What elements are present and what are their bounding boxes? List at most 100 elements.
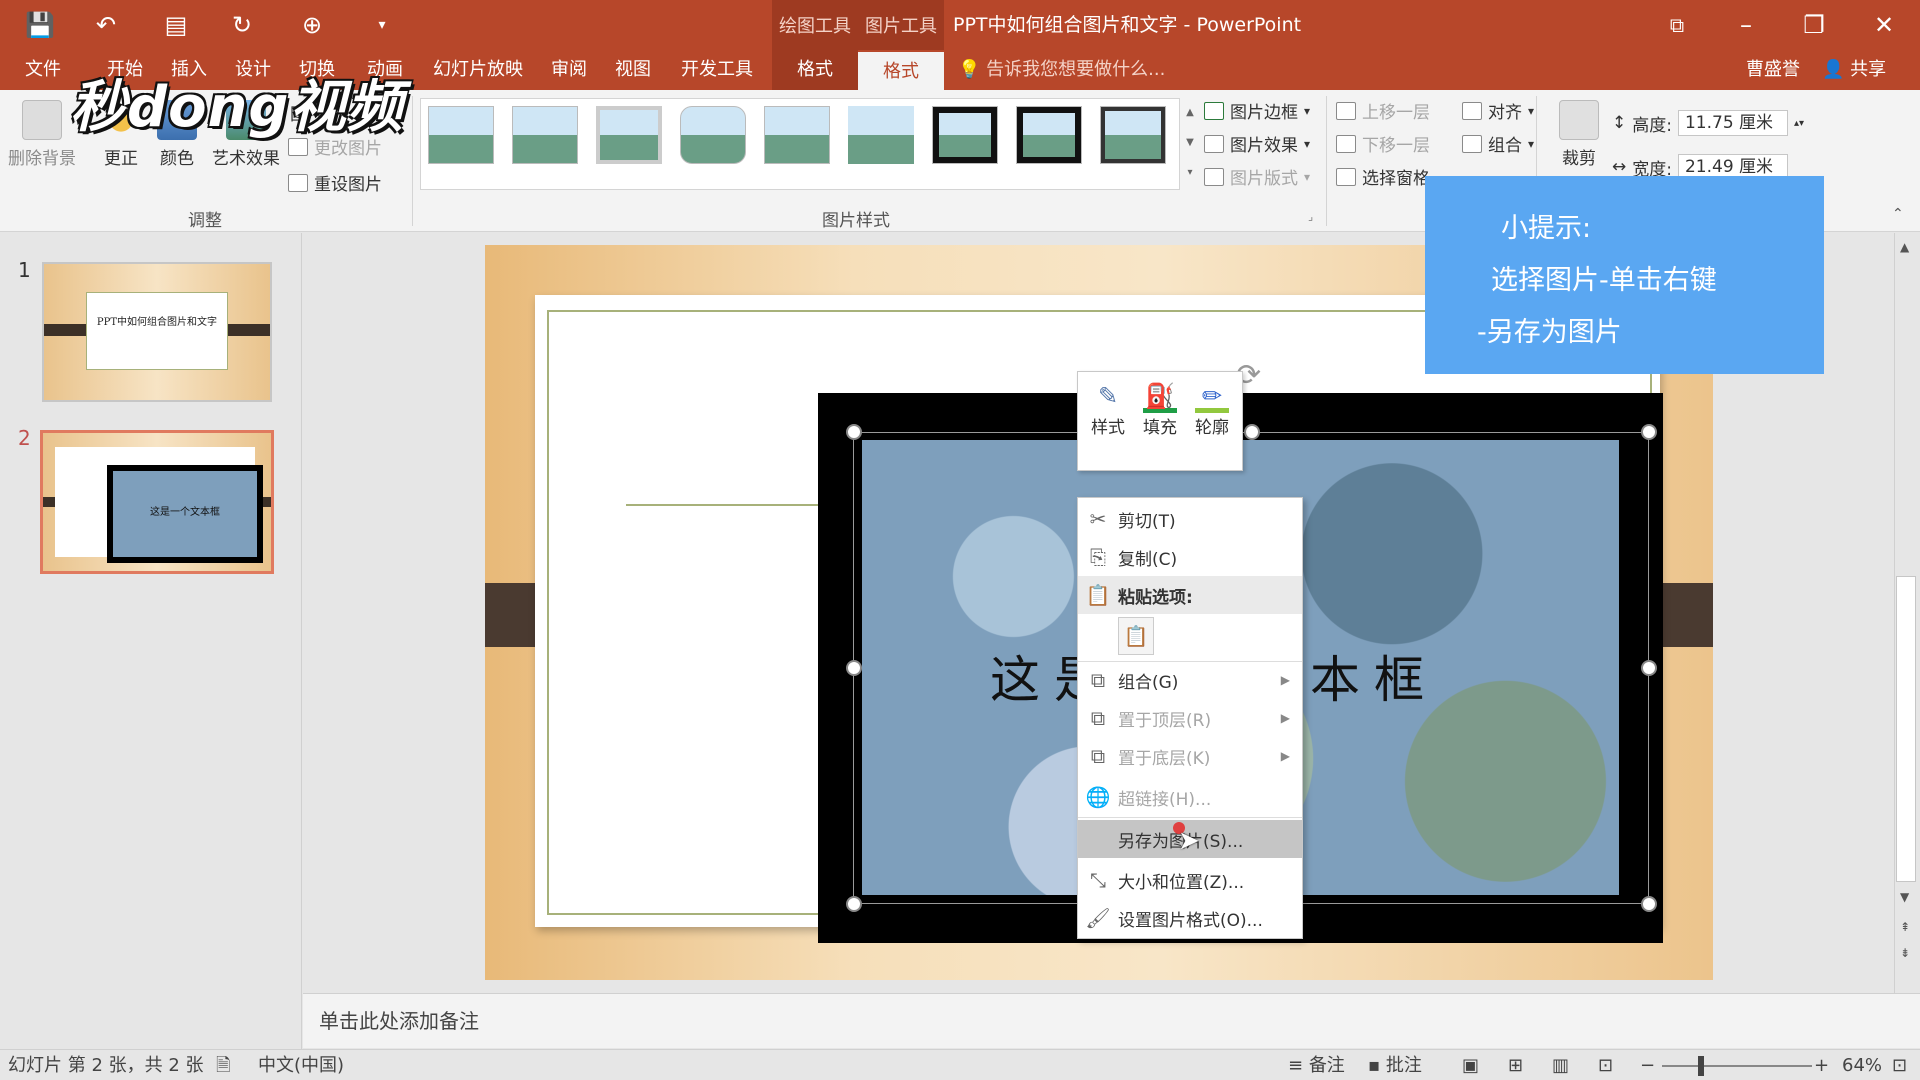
send-backward-button[interactable]: 下移一层 [1336, 131, 1430, 156]
zoom-out-icon[interactable]: − [1640, 1050, 1655, 1080]
height-input[interactable]: 11.75 厘米 [1677, 110, 1788, 136]
picture-style-1[interactable] [428, 106, 494, 164]
undo-icon[interactable]: ↶ [78, 0, 134, 50]
title-underline [626, 504, 826, 506]
picture-layout-button[interactable]: 图片版式 ▾ [1204, 164, 1310, 189]
maximize-button[interactable]: ❐ [1780, 0, 1848, 50]
resize-handle-bottom-right[interactable] [1641, 896, 1657, 912]
slide-sorter-icon[interactable]: ⊞ [1508, 1050, 1523, 1080]
save-icon[interactable]: 💾 [12, 0, 68, 50]
picture-border-button[interactable]: 图片边框 ▾ [1204, 98, 1310, 123]
picture-effects-button[interactable]: 图片效果 ▾ [1204, 131, 1310, 156]
menu-separator [1078, 817, 1302, 818]
crop-button[interactable]: 裁剪 [1550, 100, 1608, 169]
height-icon: ↕ [1612, 113, 1627, 133]
fit-to-window-icon[interactable]: ⊡ [1892, 1050, 1907, 1080]
dialog-launcher-icon[interactable]: ⌟ [1308, 210, 1313, 223]
align-button[interactable]: 对齐 ▾ [1462, 98, 1534, 123]
zoom-in-icon[interactable]: + [1814, 1050, 1829, 1080]
picture-style-7[interactable] [932, 106, 998, 164]
height-spinner-icon[interactable]: ▴▾ [1794, 118, 1804, 129]
menu-copy-label: 复制(C) [1118, 549, 1178, 570]
reset-picture-button[interactable]: 重设图片 [288, 170, 382, 195]
picture-style-9[interactable] [1100, 106, 1166, 164]
resize-handle-right[interactable] [1641, 660, 1657, 676]
menu-item-size-position[interactable]: ⤡ 大小和位置(Z)... [1078, 861, 1302, 899]
customize-qat-icon[interactable]: ▾ [354, 0, 410, 50]
tab-review[interactable]: 审阅 [544, 50, 594, 90]
resize-handle-bottom-left[interactable] [846, 896, 862, 912]
resize-handle-left[interactable] [846, 660, 862, 676]
comments-button[interactable]: ▪ 批注 [1368, 1050, 1422, 1080]
resize-handle-top-right[interactable] [1641, 424, 1657, 440]
mini-outline-button[interactable]: ✏ 轮廓 [1187, 379, 1237, 438]
picture-style-3[interactable] [596, 106, 662, 164]
scroll-down-icon[interactable]: ▼ [1900, 890, 1909, 904]
picture-styles-group-label: 图片样式 [822, 211, 890, 231]
picture-style-8[interactable] [1016, 106, 1082, 164]
picture-style-6[interactable] [848, 106, 914, 164]
mini-style-button[interactable]: ✎ 样式 [1083, 379, 1133, 438]
selection-pane-button[interactable]: 选择窗格 [1336, 164, 1430, 189]
minimize-button[interactable]: – [1712, 0, 1780, 50]
collapse-ribbon-icon[interactable]: ⌃ [1892, 206, 1904, 222]
notes-button[interactable]: ≡ 备注 [1288, 1050, 1345, 1080]
share-button[interactable]: 👤 共享 [1822, 50, 1886, 90]
menu-item-bring-to-front[interactable]: ⧉ 置于顶层(R) ▶ [1078, 699, 1302, 737]
ribbon-separator [1326, 96, 1327, 226]
menu-item-cut[interactable]: ✂ 剪切(T) [1078, 500, 1302, 538]
scroll-up-icon[interactable]: ▲ [1900, 240, 1909, 254]
tab-file[interactable]: 文件 [18, 50, 68, 90]
remove-background-icon [22, 100, 62, 140]
notes-pane[interactable]: 单击此处添加备注 [303, 993, 1920, 1048]
present-icon[interactable]: ⊕ [284, 0, 340, 50]
tip-line-3: -另存为图片 [1477, 317, 1622, 348]
paste-icon[interactable]: 📋 [1118, 617, 1154, 655]
group-icon [1462, 134, 1482, 153]
menu-item-hyperlink[interactable]: 🌐 超链接(H)... [1078, 778, 1302, 816]
zoom-slider-thumb[interactable] [1698, 1056, 1704, 1076]
menu-item-send-to-back[interactable]: ⧉ 置于底层(K) ▶ [1078, 737, 1302, 775]
gallery-scroll-icon[interactable]: ▲ ▼ ▾ [1182, 98, 1198, 190]
height-label: 高度: [1632, 115, 1672, 136]
menu-item-group[interactable]: ⧉ 组合(G) ▶ [1078, 661, 1302, 699]
user-name[interactable]: 曹盛誉 [1746, 50, 1800, 90]
group-button[interactable]: 组合 ▾ [1462, 131, 1534, 156]
tell-me-search[interactable]: 💡 告诉我您想要做什么... [958, 50, 1165, 90]
notes-icon: ≡ [1288, 1055, 1309, 1076]
picture-style-4[interactable] [680, 106, 746, 164]
clipboard-icon: 📋 [1085, 583, 1111, 607]
tab-picture-format[interactable]: 格式 [858, 52, 944, 90]
zoom-level[interactable]: 64% [1842, 1050, 1882, 1080]
zoom-slider-track[interactable] [1662, 1065, 1812, 1067]
slideshow-view-icon[interactable]: ⊡ [1598, 1050, 1613, 1080]
bring-forward-button[interactable]: 上移一层 [1336, 98, 1430, 123]
remove-background-button[interactable]: 删除背景 [6, 100, 78, 169]
tab-view[interactable]: 视图 [608, 50, 658, 90]
slide-thumbnail-2[interactable]: 这是一个文本框 [40, 430, 274, 574]
close-button[interactable]: ✕ [1850, 0, 1918, 50]
previous-slide-icon[interactable]: ⇞ [1900, 920, 1910, 934]
menu-item-format-picture[interactable]: 🖌 设置图片格式(O)... [1078, 899, 1302, 937]
slide-thumbnail-1[interactable]: PPT中如何组合图片和文字 [42, 262, 272, 402]
tab-slideshow[interactable]: 幻灯片放映 [428, 50, 528, 90]
tab-drawing-format[interactable]: 格式 [772, 50, 858, 90]
mini-fill-button[interactable]: ⛽ 填充 [1135, 379, 1185, 438]
spellcheck-icon[interactable]: 🗎 [216, 1050, 230, 1080]
picture-style-5[interactable] [764, 106, 830, 164]
resize-handle-top-left[interactable] [846, 424, 862, 440]
menu-item-copy[interactable]: ⎘ 复制(C) [1078, 538, 1302, 576]
fill-bucket-icon: ⛽ [1143, 379, 1177, 413]
normal-view-icon[interactable]: ▣ [1462, 1050, 1479, 1080]
next-slide-icon[interactable]: ⇟ [1900, 946, 1910, 960]
resize-handle-top[interactable] [1244, 424, 1260, 440]
scrollbar-thumb[interactable] [1896, 576, 1916, 882]
picture-style-2[interactable] [512, 106, 578, 164]
tab-developer[interactable]: 开发工具 [672, 50, 762, 90]
reading-view-icon[interactable]: ▥ [1552, 1050, 1569, 1080]
ribbon-display-options-icon[interactable]: ⧉ [1643, 0, 1711, 50]
redo-icon[interactable]: ↻ [214, 0, 270, 50]
language-indicator[interactable]: 中文(中国) [258, 1050, 344, 1080]
slideshow-from-start-icon[interactable]: ▤ [148, 0, 204, 50]
send-backward-label: 下移一层 [1362, 136, 1430, 156]
